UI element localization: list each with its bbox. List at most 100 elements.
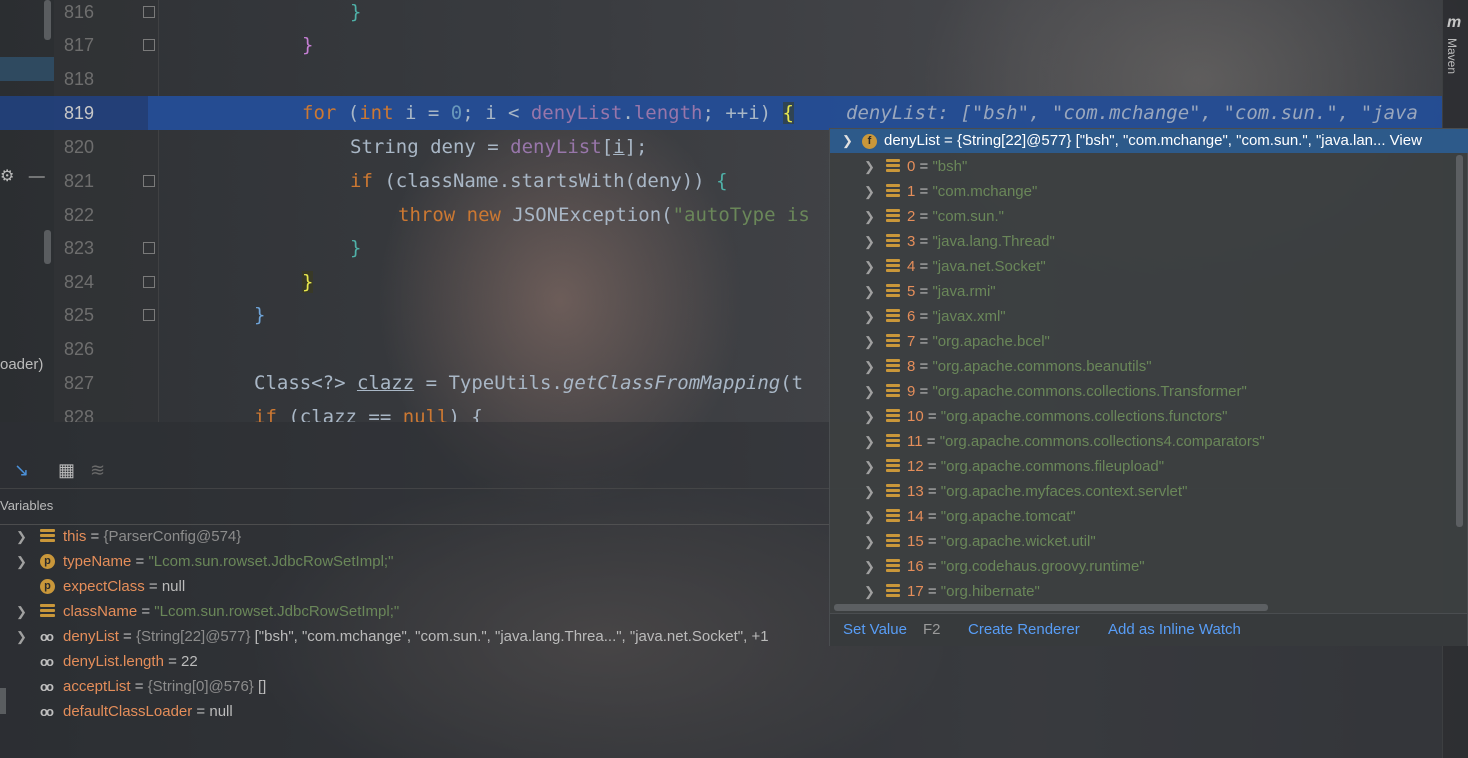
equals-sign: = xyxy=(163,653,182,670)
chevron-right-icon[interactable]: ❯ xyxy=(864,254,875,279)
chevron-right-icon[interactable]: ❯ xyxy=(864,379,875,404)
code-text: (clazz == xyxy=(276,406,403,422)
chevron-right-icon[interactable]: ❯ xyxy=(16,524,27,549)
equals-sign: = xyxy=(86,528,104,545)
popup-footer: Set Value F2 Create Renderer Add as Inli… xyxy=(830,613,1467,646)
gear-icon[interactable]: ⚙ xyxy=(0,168,14,185)
chevron-right-icon[interactable]: ❯ xyxy=(864,179,875,204)
code-line: 816 } xyxy=(0,0,1442,29)
list-icon xyxy=(886,434,900,449)
variable-value: {ParserConfig@574} xyxy=(103,528,242,545)
fold-marker-icon[interactable] xyxy=(143,39,155,51)
code-method: getClassFromMapping xyxy=(562,372,781,394)
chevron-right-icon[interactable]: ❯ xyxy=(864,204,875,229)
chevron-right-icon[interactable]: ❯ xyxy=(864,304,875,329)
list-icon xyxy=(886,484,900,499)
code-text: ; ++i) xyxy=(702,102,783,124)
watch-icon: oo xyxy=(40,629,54,644)
chevron-right-icon[interactable]: ❯ xyxy=(864,529,875,554)
chevron-right-icon[interactable]: ❯ xyxy=(864,329,875,354)
code-text: . xyxy=(622,102,634,124)
equals-sign: = xyxy=(137,603,155,620)
inline-debug-value[interactable]: denyList: ["bsh", "com.mchange", "com.su… xyxy=(846,96,1418,130)
element-index: 13 xyxy=(907,483,924,500)
equals-sign: = xyxy=(118,628,136,645)
fold-marker-icon[interactable] xyxy=(143,276,155,288)
code-text: ) { xyxy=(448,406,483,422)
chevron-right-icon[interactable]: ❯ xyxy=(16,599,27,624)
line-number: 818 xyxy=(63,69,94,89)
line-number: 819 xyxy=(63,103,94,123)
trace-icon[interactable]: ≋ xyxy=(90,460,105,481)
list-icon xyxy=(886,459,900,474)
chevron-right-icon[interactable]: ❯ xyxy=(864,454,875,479)
code-brace: { xyxy=(716,170,728,192)
fold-marker-icon[interactable] xyxy=(143,6,155,18)
element-value: "java.lang.Thread" xyxy=(932,233,1055,250)
equals-sign: = xyxy=(923,458,941,475)
add-inline-watch-link[interactable]: Add as Inline Watch xyxy=(1108,614,1241,646)
equals-sign: = xyxy=(915,233,933,250)
element-index: 14 xyxy=(907,508,924,525)
maven-tool-tab[interactable]: Maven xyxy=(1445,38,1459,74)
line-number: 821 xyxy=(63,171,94,191)
watch-icon: oo xyxy=(40,704,54,719)
equals-sign: = xyxy=(144,578,162,595)
minimize-icon[interactable]: — xyxy=(29,168,45,185)
code-text: ]; xyxy=(624,136,648,158)
equals-sign: = xyxy=(923,558,941,575)
equals-sign: = xyxy=(915,283,933,300)
evaluate-table-icon[interactable]: ▦ xyxy=(58,460,75,481)
variable-value: {String[0]@576} xyxy=(147,678,254,695)
fold-marker-icon[interactable] xyxy=(143,309,155,321)
element-value: "org.apache.commons.collections4.compara… xyxy=(939,433,1265,450)
element-value: "org.apache.myfaces.context.servlet" xyxy=(940,483,1188,500)
code-field: length xyxy=(633,102,703,124)
set-value-link[interactable]: Set Value xyxy=(843,614,907,646)
equals-sign: = xyxy=(915,258,933,275)
maven-icon[interactable]: m xyxy=(1447,14,1461,32)
popup-horizontal-scrollbar[interactable] xyxy=(834,604,1268,611)
chevron-right-icon[interactable]: ❯ xyxy=(864,554,875,579)
fold-marker-icon[interactable] xyxy=(143,175,155,187)
list-icon xyxy=(886,534,900,549)
chevron-right-icon[interactable]: ❯ xyxy=(864,279,875,304)
step-into-icon[interactable]: ↘ xyxy=(14,460,29,481)
element-value: "org.apache.bcel" xyxy=(932,333,1050,350)
fold-marker-icon[interactable] xyxy=(143,242,155,254)
code-text: (className.startsWith(deny)) xyxy=(372,170,717,192)
code-keyword: if xyxy=(350,170,373,192)
equals-sign: = xyxy=(923,408,941,425)
element-value: "org.apache.tomcat" xyxy=(940,508,1076,525)
element-value: "org.hibernate" xyxy=(940,583,1040,600)
popup-vertical-scrollbar[interactable] xyxy=(1456,155,1463,527)
variable-name: denyList xyxy=(63,628,119,645)
variable-preview: ["bsh", "com.mchange", "com.sun.", "java… xyxy=(250,628,769,645)
chevron-right-icon[interactable]: ❯ xyxy=(864,579,875,601)
chevron-right-icon[interactable]: ❯ xyxy=(864,229,875,254)
list-icon xyxy=(40,529,55,544)
line-number: 827 xyxy=(63,373,94,393)
code-keyword: new xyxy=(466,204,501,226)
chevron-right-icon[interactable]: ❯ xyxy=(864,354,875,379)
list-icon xyxy=(886,159,900,174)
chevron-right-icon[interactable]: ❯ xyxy=(16,549,27,574)
chevron-right-icon[interactable]: ❯ xyxy=(864,154,875,179)
chevron-right-icon[interactable]: ❯ xyxy=(864,504,875,529)
equals-sign: = xyxy=(915,183,933,200)
chevron-right-icon[interactable]: ❯ xyxy=(864,404,875,429)
left-edge-tab[interactable] xyxy=(0,688,6,714)
chevron-right-icon[interactable]: ❯ xyxy=(16,624,27,649)
variable-value-popup: ❯ f denyList = {String[22]@577} ["bsh", … xyxy=(829,128,1468,646)
create-renderer-link[interactable]: Create Renderer xyxy=(968,614,1080,646)
variable-value: null xyxy=(161,578,186,595)
variable-preview: [] xyxy=(253,678,267,695)
variable-value: 22 xyxy=(181,653,198,670)
current-execution-line[interactable]: 819 for (int i = 0; i < denyList.length;… xyxy=(0,96,1442,130)
chevron-right-icon[interactable]: ❯ xyxy=(864,479,875,504)
equals-sign: = xyxy=(915,308,933,325)
chevron-right-icon[interactable]: ❯ xyxy=(864,429,875,454)
code-text: i = xyxy=(393,102,451,124)
element-value: "org.apache.commons.fileupload" xyxy=(940,458,1165,475)
list-icon xyxy=(886,409,900,424)
